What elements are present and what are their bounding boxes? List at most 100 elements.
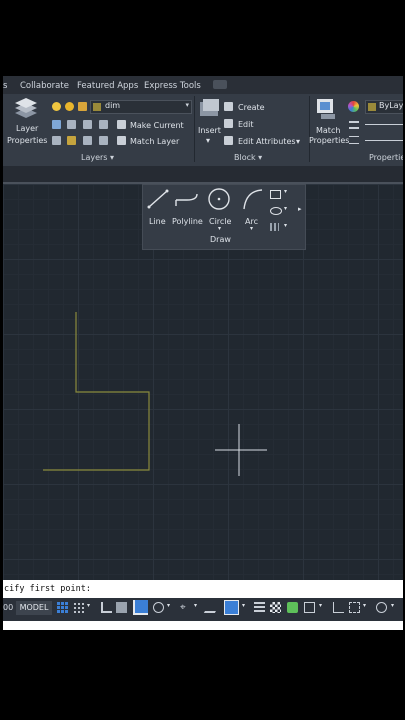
snap-chevron-icon[interactable]: ▾: [87, 602, 90, 609]
insert-chevron-icon[interactable]: ▾: [206, 136, 210, 145]
tab-featured-apps[interactable]: Featured Apps: [77, 81, 138, 91]
linetype-icon[interactable]: [349, 136, 359, 144]
annotation-chevron-icon[interactable]: ▾: [363, 602, 366, 609]
color-swatch: [368, 103, 376, 111]
grid-icon[interactable]: [56, 601, 69, 614]
properties-panel-title[interactable]: Propertie: [369, 153, 403, 162]
lock-icon[interactable]: [78, 102, 87, 111]
draw-expand-icon[interactable]: ▸: [298, 205, 302, 213]
isometric-chevron-icon[interactable]: ▾: [194, 602, 197, 609]
infer-constraints-icon[interactable]: [101, 602, 112, 613]
file-tab-bar: [3, 166, 403, 182]
insert-button[interactable]: Insert: [198, 126, 221, 135]
rectangle-icon[interactable]: [270, 190, 281, 199]
layer-walk-icon[interactable]: [83, 136, 92, 145]
layer-color-swatch: [93, 103, 101, 111]
match-properties-label-1[interactable]: Match: [316, 126, 340, 135]
hatch-icon[interactable]: [270, 223, 279, 231]
layer-lock-icon[interactable]: [67, 136, 76, 145]
create-block-icon[interactable]: [224, 102, 233, 111]
insert-block-icon[interactable]: [198, 98, 222, 120]
polyline-button[interactable]: Polyline: [172, 217, 203, 226]
3d-osnap-chevron-icon[interactable]: ▾: [319, 602, 322, 609]
line-icon[interactable]: [146, 188, 170, 210]
selection-cycling-icon[interactable]: [287, 602, 298, 613]
ucs-icon[interactable]: [333, 602, 344, 613]
edit-block-icon[interactable]: [224, 119, 233, 128]
circle-chevron-icon[interactable]: ▾: [218, 225, 221, 232]
rectangle-chevron-icon[interactable]: ▾: [284, 188, 287, 195]
color-dropdown[interactable]: ByLay: [365, 100, 403, 114]
match-layer-button[interactable]: Match Layer: [130, 137, 179, 146]
drawn-polyline[interactable]: [43, 312, 150, 471]
edit-attributes-button[interactable]: Edit Attributes: [238, 137, 296, 146]
taskbar-edge: [3, 621, 403, 630]
lightbulb-icon[interactable]: [52, 102, 61, 111]
polyline-icon[interactable]: [173, 188, 201, 210]
layers-panel-title[interactable]: Layers ▾: [81, 153, 114, 162]
layer-freeze-icon[interactable]: [52, 136, 61, 145]
arc-chevron-icon[interactable]: ▾: [250, 225, 253, 232]
3d-osnap-icon[interactable]: [304, 602, 315, 613]
edit-button[interactable]: Edit: [238, 120, 254, 129]
lineweight-display-icon[interactable]: [254, 602, 265, 613]
lineweight-icon[interactable]: [349, 121, 359, 129]
workspace-chevron-icon[interactable]: ▾: [391, 602, 394, 609]
snap-icon[interactable]: [73, 602, 84, 613]
sun-icon[interactable]: [65, 102, 74, 111]
circle-icon[interactable]: [207, 187, 231, 211]
make-current-button[interactable]: Make Current: [130, 121, 184, 130]
ellipse-chevron-icon[interactable]: ▾: [284, 205, 287, 212]
bylayer-value: ByLay: [379, 101, 403, 110]
draw-panel-title[interactable]: Draw: [210, 235, 231, 244]
layer-properties-label-2[interactable]: Properties: [7, 136, 47, 145]
linetype-dropdown[interactable]: [365, 140, 403, 141]
polar-chevron-icon[interactable]: ▾: [167, 602, 170, 609]
dynamic-input-icon[interactable]: [116, 602, 127, 613]
layer-properties-icon[interactable]: [13, 97, 39, 119]
lineweight-dropdown[interactable]: [365, 124, 403, 125]
polar-tracking-icon[interactable]: [153, 602, 164, 613]
edit-attributes-chevron-icon[interactable]: ▾: [296, 137, 300, 146]
match-layer-icon[interactable]: [117, 136, 126, 145]
ribbon-tabs: s Collaborate Featured Apps Express Tool…: [3, 76, 403, 94]
make-current-icon[interactable]: [117, 120, 126, 129]
hatch-chevron-icon[interactable]: ▾: [284, 222, 287, 229]
command-line[interactable]: cify first point:: [3, 580, 403, 598]
tab-collaborate[interactable]: Collaborate: [20, 81, 69, 91]
color-wheel-icon[interactable]: [348, 101, 359, 112]
block-panel-title[interactable]: Block ▾: [234, 153, 262, 162]
layer-dropdown[interactable]: dim ▾: [90, 100, 192, 114]
match-properties-icon[interactable]: [315, 97, 339, 121]
create-button[interactable]: Create: [238, 103, 265, 112]
arc-icon[interactable]: [240, 187, 264, 211]
isometric-icon[interactable]: ⌖: [180, 602, 191, 613]
autocad-window: s Collaborate Featured Apps Express Tool…: [3, 76, 403, 630]
object-snap-tracking-icon[interactable]: [203, 602, 222, 613]
tab-partial[interactable]: s: [3, 81, 7, 91]
transparency-icon[interactable]: [270, 602, 281, 613]
model-space-button[interactable]: MODEL: [16, 601, 52, 615]
layer-tool-icon[interactable]: [52, 120, 61, 129]
workspace-gear-icon[interactable]: [376, 602, 387, 613]
layer-off-icon[interactable]: [83, 120, 92, 129]
layer-stack-icon[interactable]: [67, 120, 76, 129]
panel-separator: [194, 96, 195, 162]
edit-attributes-icon[interactable]: [224, 136, 233, 145]
command-prompt: cify first point:: [4, 584, 91, 594]
match-properties-label-2[interactable]: Properties: [309, 136, 349, 145]
tab-express-tools[interactable]: Express Tools: [144, 81, 201, 91]
layer-isolate-icon[interactable]: [99, 120, 108, 129]
chevron-down-icon: ▾: [185, 101, 189, 109]
line-button[interactable]: Line: [149, 217, 166, 226]
tab-overflow-button[interactable]: [213, 80, 227, 89]
coordinates-readout: 00: [3, 603, 14, 612]
annotation-scale-icon[interactable]: [349, 602, 360, 613]
ellipse-icon[interactable]: [270, 207, 282, 215]
object-snap-icon[interactable]: [224, 600, 239, 615]
object-snap-chevron-icon[interactable]: ▾: [242, 602, 245, 609]
layer-merge-icon[interactable]: [99, 136, 108, 145]
draw-panel: Line Polyline Circle ▾ Arc ▾ ▾ ▾ ▾ ▸ Dra…: [142, 184, 306, 250]
layer-properties-label-1[interactable]: Layer: [16, 124, 38, 133]
ortho-mode-icon[interactable]: [133, 600, 148, 615]
